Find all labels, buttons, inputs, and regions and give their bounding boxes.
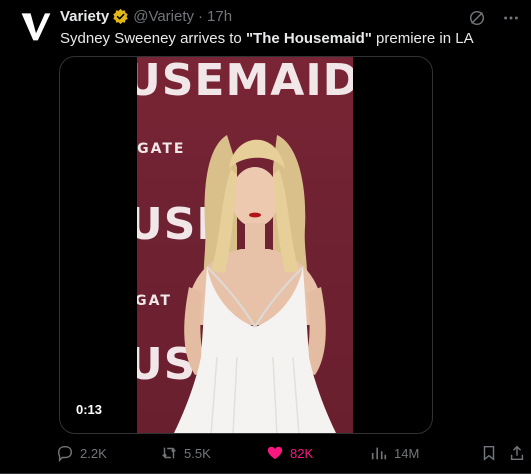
tweet-text-part: Sydney Sweeney arrives to [60, 30, 246, 47]
like-count: 82K [290, 445, 314, 461]
tweet-text-part: premiere in LA [371, 30, 474, 47]
share-button[interactable] [508, 444, 526, 462]
verified-badge-icon[interactable] [112, 8, 129, 25]
repost-icon [162, 447, 176, 459]
reply-count: 2.2K [80, 445, 107, 461]
video-frame[interactable]: USEMAID SGATE USE SGAT USE [137, 57, 353, 433]
tweet-text: Sydney Sweeney arrives to "The Housemaid… [60, 29, 474, 49]
reply-icon [57, 445, 73, 462]
views-count: 14M [394, 445, 420, 461]
header-actions [467, 8, 521, 28]
repost-count: 5.5K [184, 445, 211, 461]
tweet-actions: 2.2K 5.5K 82K 14M [56, 444, 524, 464]
share-icon [510, 445, 524, 461]
variety-logo-icon [21, 13, 51, 41]
views-icon [371, 447, 387, 460]
like-icon [267, 446, 283, 460]
reply-button[interactable]: 2.2K [56, 444, 107, 462]
separator-dot: · [198, 8, 204, 25]
author-name[interactable]: Variety [60, 8, 109, 25]
tweet-text-bold: "The Housemaid" [245, 30, 372, 47]
video-duration: 0:13 [72, 400, 107, 419]
tweet-header: Variety @Variety · 17h [60, 8, 232, 25]
grok-icon[interactable] [467, 8, 487, 28]
more-icon[interactable] [501, 8, 521, 28]
repost-button[interactable]: 5.5K [160, 444, 211, 462]
tweet[interactable]: Variety @Variety · 17h Sydney Sweeney ar… [0, 0, 531, 474]
bookmark-icon [483, 445, 495, 461]
like-button[interactable]: 82K [266, 444, 313, 462]
avatar[interactable] [16, 6, 56, 46]
author-handle[interactable]: @Variety [133, 8, 194, 25]
person-figure [173, 135, 337, 433]
tweet-time[interactable]: 17h [207, 8, 232, 25]
bookmark-button[interactable] [480, 444, 498, 462]
views-button[interactable]: 14M [370, 444, 419, 462]
video-player[interactable]: USEMAID SGATE USE SGAT USE [59, 56, 433, 434]
